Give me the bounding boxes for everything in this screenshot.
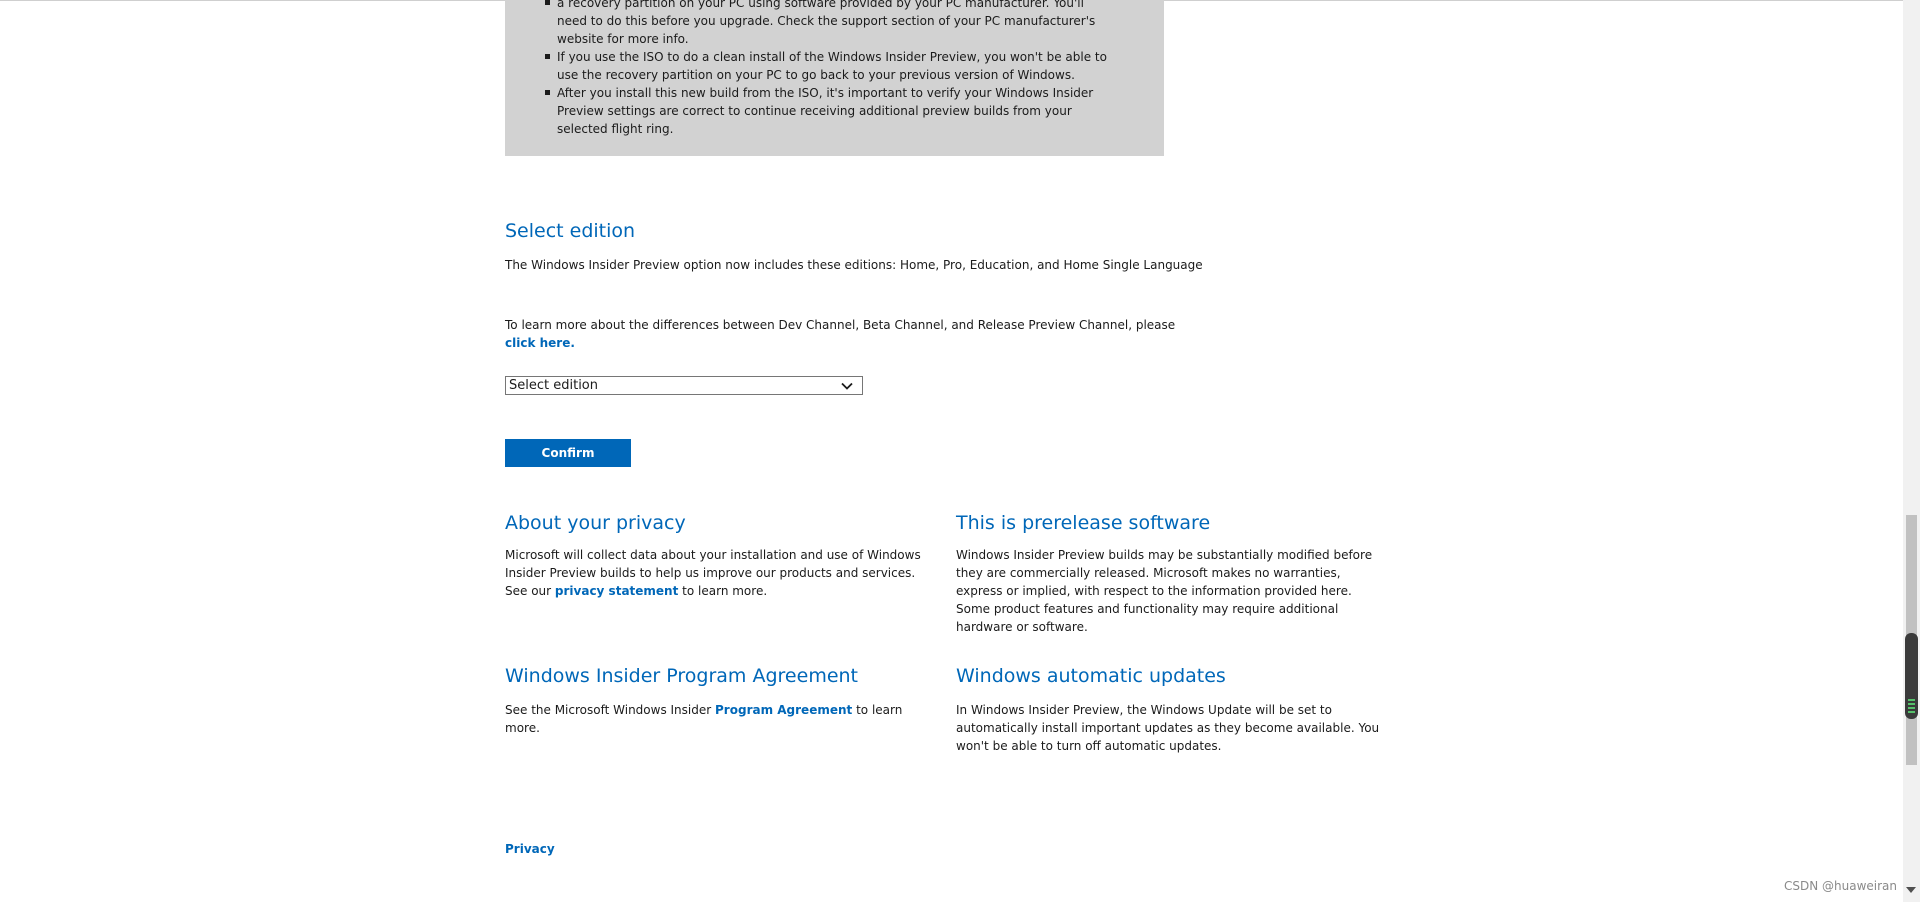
updates-heading: Windows automatic updates [956,665,1226,687]
edition-dropdown-value: Select edition [509,378,599,393]
notice-item: After you install this new build from th… [545,84,1117,138]
updates-text: In Windows Insider Preview, the Windows … [956,703,1380,753]
prerelease-text: Windows Insider Preview builds may be su… [956,548,1373,634]
privacy-statement-link[interactable]: privacy statement [555,584,678,598]
bullet-icon [545,0,550,5]
iso-notice-box: a recovery partition on your PC using so… [505,0,1164,156]
scrollbar-track[interactable] [1903,0,1920,902]
notice-list: a recovery partition on your PC using so… [505,0,1117,138]
page: a recovery partition on your PC using so… [0,0,1920,902]
prerelease-heading: This is prerelease software [956,512,1211,534]
privacy-text: Microsoft will collect data about your i… [505,548,921,598]
scrollbar-grip[interactable] [1905,633,1918,719]
program-agreement-link[interactable]: Program Agreement [715,703,852,717]
notice-item: a recovery partition on your PC using so… [545,0,1117,48]
chevron-down-icon [841,382,853,390]
editions-text: The Windows Insider Preview option now i… [505,258,1203,272]
grip-lines-icon [1908,699,1915,713]
edition-dropdown[interactable]: Select edition [505,376,863,395]
channels-text: To learn more about the differences betw… [505,318,1176,350]
click-here-link[interactable]: click here. [505,336,575,350]
agreement-text: See the Microsoft Windows Insider Progra… [505,703,903,735]
watermark: CSDN @huaweiran [1784,879,1898,893]
bullet-icon [545,90,550,95]
footer-privacy-link[interactable]: Privacy [505,842,555,856]
bullet-icon [545,54,550,59]
scroll-down-arrow-icon[interactable] [1906,887,1916,893]
agreement-heading: Windows Insider Program Agreement [505,665,859,687]
notice-item: If you use the ISO to do a clean install… [545,48,1117,84]
select-edition-heading: Select edition [505,220,636,242]
privacy-heading: About your privacy [505,512,686,534]
confirm-button[interactable]: Confirm [505,439,631,467]
